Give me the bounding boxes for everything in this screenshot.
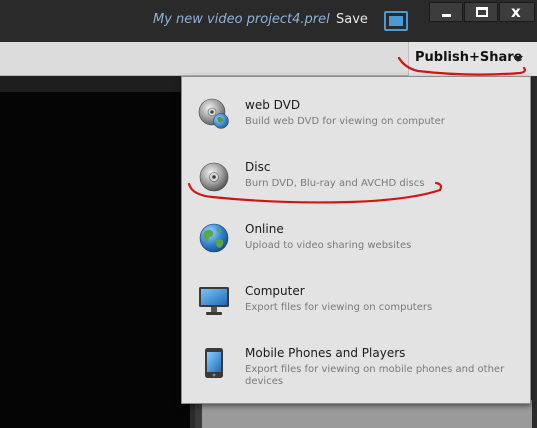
minimize-button[interactable]	[429, 2, 463, 22]
maximize-button[interactable]	[464, 2, 498, 22]
menu-item-web-dvd[interactable]: web DVD Build web DVD for viewing on com…	[182, 89, 530, 149]
menu-item-disc[interactable]: Disc Burn DVD, Blu-ray and AVCHD discs	[182, 151, 530, 211]
menu-item-title: Computer	[245, 284, 305, 298]
menu-item-computer[interactable]: Computer Export files for viewing on com…	[182, 275, 530, 335]
maximize-icon	[476, 7, 488, 17]
minimize-icon	[442, 14, 451, 17]
mobile-phone-icon	[205, 348, 223, 378]
menu-item-title: Online	[245, 222, 284, 236]
monitor-panel-header	[0, 76, 190, 92]
publish-share-label: Publish+Share	[415, 50, 523, 65]
close-icon: x	[511, 3, 521, 21]
web-dvd-icon	[198, 98, 229, 129]
menu-item-description: Build web DVD for viewing on computer	[245, 116, 445, 127]
full-screen-icon[interactable]	[384, 11, 408, 31]
menu-item-online[interactable]: Online Upload to video sharing websites	[182, 213, 530, 273]
menu-item-title: Mobile Phones and Players	[245, 346, 406, 360]
menu-item-title: web DVD	[245, 98, 301, 112]
chevron-down-icon	[513, 56, 523, 62]
close-button[interactable]: x	[499, 2, 535, 22]
panel-divider	[195, 400, 202, 428]
timeline-panel	[202, 400, 532, 428]
save-button[interactable]: Save	[336, 12, 368, 27]
globe-icon	[199, 223, 229, 253]
menu-item-description: Upload to video sharing websites	[245, 240, 412, 251]
menu-item-description: Export files for viewing on computers	[245, 302, 433, 313]
title-bar: My new video project4.prel Save x	[0, 0, 537, 42]
menu-item-description: Burn DVD, Blu-ray and AVCHD discs	[245, 178, 425, 189]
project-title: My new video project4.prel	[153, 12, 330, 27]
monitor-panel	[0, 92, 190, 428]
toolbar: Publish+Share	[0, 42, 537, 76]
publish-share-button[interactable]: Publish+Share	[408, 42, 537, 76]
publish-share-menu: web DVD Build web DVD for viewing on com…	[181, 76, 531, 404]
disc-icon	[199, 162, 229, 192]
window-controls: x	[429, 2, 536, 22]
menu-item-description: Export files for viewing on mobile phone…	[245, 364, 505, 387]
menu-item-mobile-phones[interactable]: Mobile Phones and Players Export files f…	[182, 337, 530, 401]
monitor-icon	[199, 287, 229, 315]
menu-item-title: Disc	[245, 160, 271, 174]
